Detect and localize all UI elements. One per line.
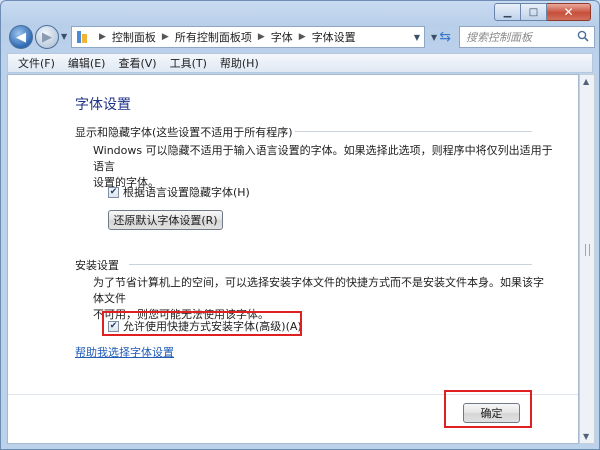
chevron-down-icon: ▼ (431, 32, 438, 42)
back-button[interactable]: ◀ (9, 25, 33, 49)
show-hide-section-heading: 显示和隐藏字体(这些设置不适用于所有程序) (75, 126, 293, 139)
address-dropdown-icon[interactable]: ▼ (410, 27, 424, 47)
maximize-icon: □ (528, 6, 539, 18)
menu-tools[interactable]: 工具(T) (170, 55, 207, 71)
help-font-settings-link[interactable]: 帮助我选择字体设置 (75, 344, 174, 360)
maximize-button[interactable]: □ (521, 3, 547, 21)
menu-file[interactable]: 文件(F) (18, 55, 55, 71)
minimize-button[interactable]: ▁ (494, 3, 521, 21)
recent-pages-dropdown[interactable]: ▼ (61, 32, 67, 41)
vertical-scrollbar[interactable]: ▲ ▼ (579, 74, 595, 444)
chevron-right-icon[interactable]: ▶ (258, 32, 265, 42)
install-section-heading: 安装设置 (75, 259, 119, 272)
address-bar[interactable]: ▶ 控制面板 ▶ 所有控制面板项 ▶ 字体 ▶ 字体设置 ▼ (71, 26, 425, 48)
refresh-icon: ⇆ (439, 29, 451, 45)
menu-bar: 文件(F) 编辑(E) 查看(V) 工具(T) 帮助(H) (7, 53, 593, 73)
search-input[interactable] (466, 30, 574, 44)
forward-arrow-icon: ▶ (42, 29, 52, 45)
breadcrumb-font-settings[interactable]: 字体设置 (312, 29, 356, 45)
caption-buttons: ▁ □ ✕ (494, 3, 591, 21)
scroll-up-icon[interactable]: ▲ (583, 77, 589, 86)
breadcrumb-all-items[interactable]: 所有控制面板项 (175, 29, 252, 45)
control-panel-window: ▁ □ ✕ ◀ ▶ ▼ ▶ 控制面板 ▶ 所有控制面板项 ▶ 字体 ▶ 字体设置… (0, 0, 600, 450)
breadcrumb-fonts[interactable]: 字体 (271, 29, 293, 45)
scroll-thumb[interactable] (585, 244, 590, 256)
minimize-icon: ▁ (503, 6, 512, 18)
highlight-box-ok (444, 390, 532, 428)
menu-help[interactable]: 帮助(H) (220, 55, 259, 71)
search-icon[interactable] (577, 30, 589, 42)
breadcrumb-control-panel[interactable]: 控制面板 (112, 29, 156, 45)
menu-view[interactable]: 查看(V) (118, 55, 156, 71)
close-button[interactable]: ✕ (547, 3, 591, 21)
hide-fonts-checkbox[interactable]: ✔ 根据语言设置隐藏字体(H) (108, 184, 250, 200)
section-divider (129, 264, 532, 265)
close-icon: ✕ (563, 5, 574, 19)
chevron-right-icon[interactable]: ▶ (299, 32, 306, 42)
forward-button[interactable]: ▶ (35, 25, 59, 49)
control-panel-icon (75, 30, 89, 44)
checkbox-checked-icon[interactable]: ✔ (108, 186, 119, 198)
navigation-bar: ◀ ▶ ▼ ▶ 控制面板 ▶ 所有控制面板项 ▶ 字体 ▶ 字体设置 ▼ ▼ ⇆ (7, 25, 595, 51)
highlight-box-checkbox (102, 311, 302, 336)
chevron-right-icon[interactable]: ▶ (162, 32, 169, 42)
back-arrow-icon: ◀ (16, 29, 26, 45)
menu-edit[interactable]: 编辑(E) (68, 55, 106, 71)
scroll-down-icon[interactable]: ▼ (583, 432, 589, 441)
search-box[interactable] (459, 26, 595, 48)
section-divider (295, 131, 532, 132)
chevron-right-icon[interactable]: ▶ (99, 32, 106, 42)
restore-default-font-settings-button[interactable]: 还原默认字体设置(R) (108, 210, 223, 230)
refresh-button[interactable]: ▼ ⇆ (427, 26, 455, 48)
page-title: 字体设置 (75, 97, 131, 113)
